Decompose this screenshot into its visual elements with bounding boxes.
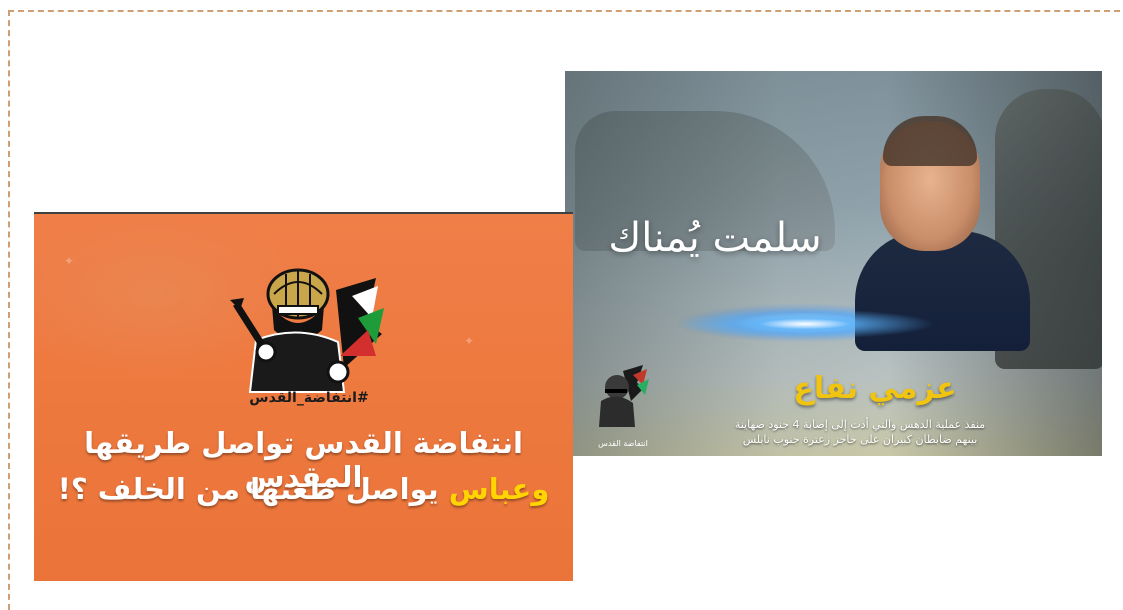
headline-line-2: وعباس يواصل طعنها من الخلف ؟! [34,472,573,506]
headline-highlight: وعباس [448,472,550,506]
poster-photo: سلمت يُمناك انتفاضة القدس عزمي نفاع منفذ… [565,71,1102,456]
person-name: عزمي نفاع [793,371,957,406]
logo-label: انتفاضة القدس [598,439,648,448]
poster-caption: منفذ عملية الدهس والتي أدت إلى إصابة 4 ج… [695,417,1025,447]
caption-line-1: منفذ عملية الدهس والتي أدت إلى إصابة 4 ج… [734,418,986,431]
light-flare [675,309,935,339]
poster-slogan: سلمت يُمناك [608,215,822,261]
intifada-logo-icon [599,365,649,427]
caption-line-2: بينهم ضابطان كبيران على حاجز زعترة جنوب … [742,433,978,446]
faded-text: ✦ [464,334,475,348]
headline-rest: يواصل طعنها من الخلف ؟! [57,472,449,506]
masked-fighter-emblem-icon [230,268,384,393]
hashtag-label: #انتفاضة_القدس [249,390,369,406]
martyr-poster: سلمت يُمناك انتفاضة القدس عزمي نفاع منفذ… [556,57,1109,463]
intifada-poster: ✦ ✦ #انتفاضة_القدس انتفاضة القدس تواصل ط… [34,212,573,581]
faded-text: ✦ [64,254,75,268]
orange-background: ✦ ✦ #انتفاضة_القدس انتفاضة القدس تواصل ط… [34,214,573,581]
